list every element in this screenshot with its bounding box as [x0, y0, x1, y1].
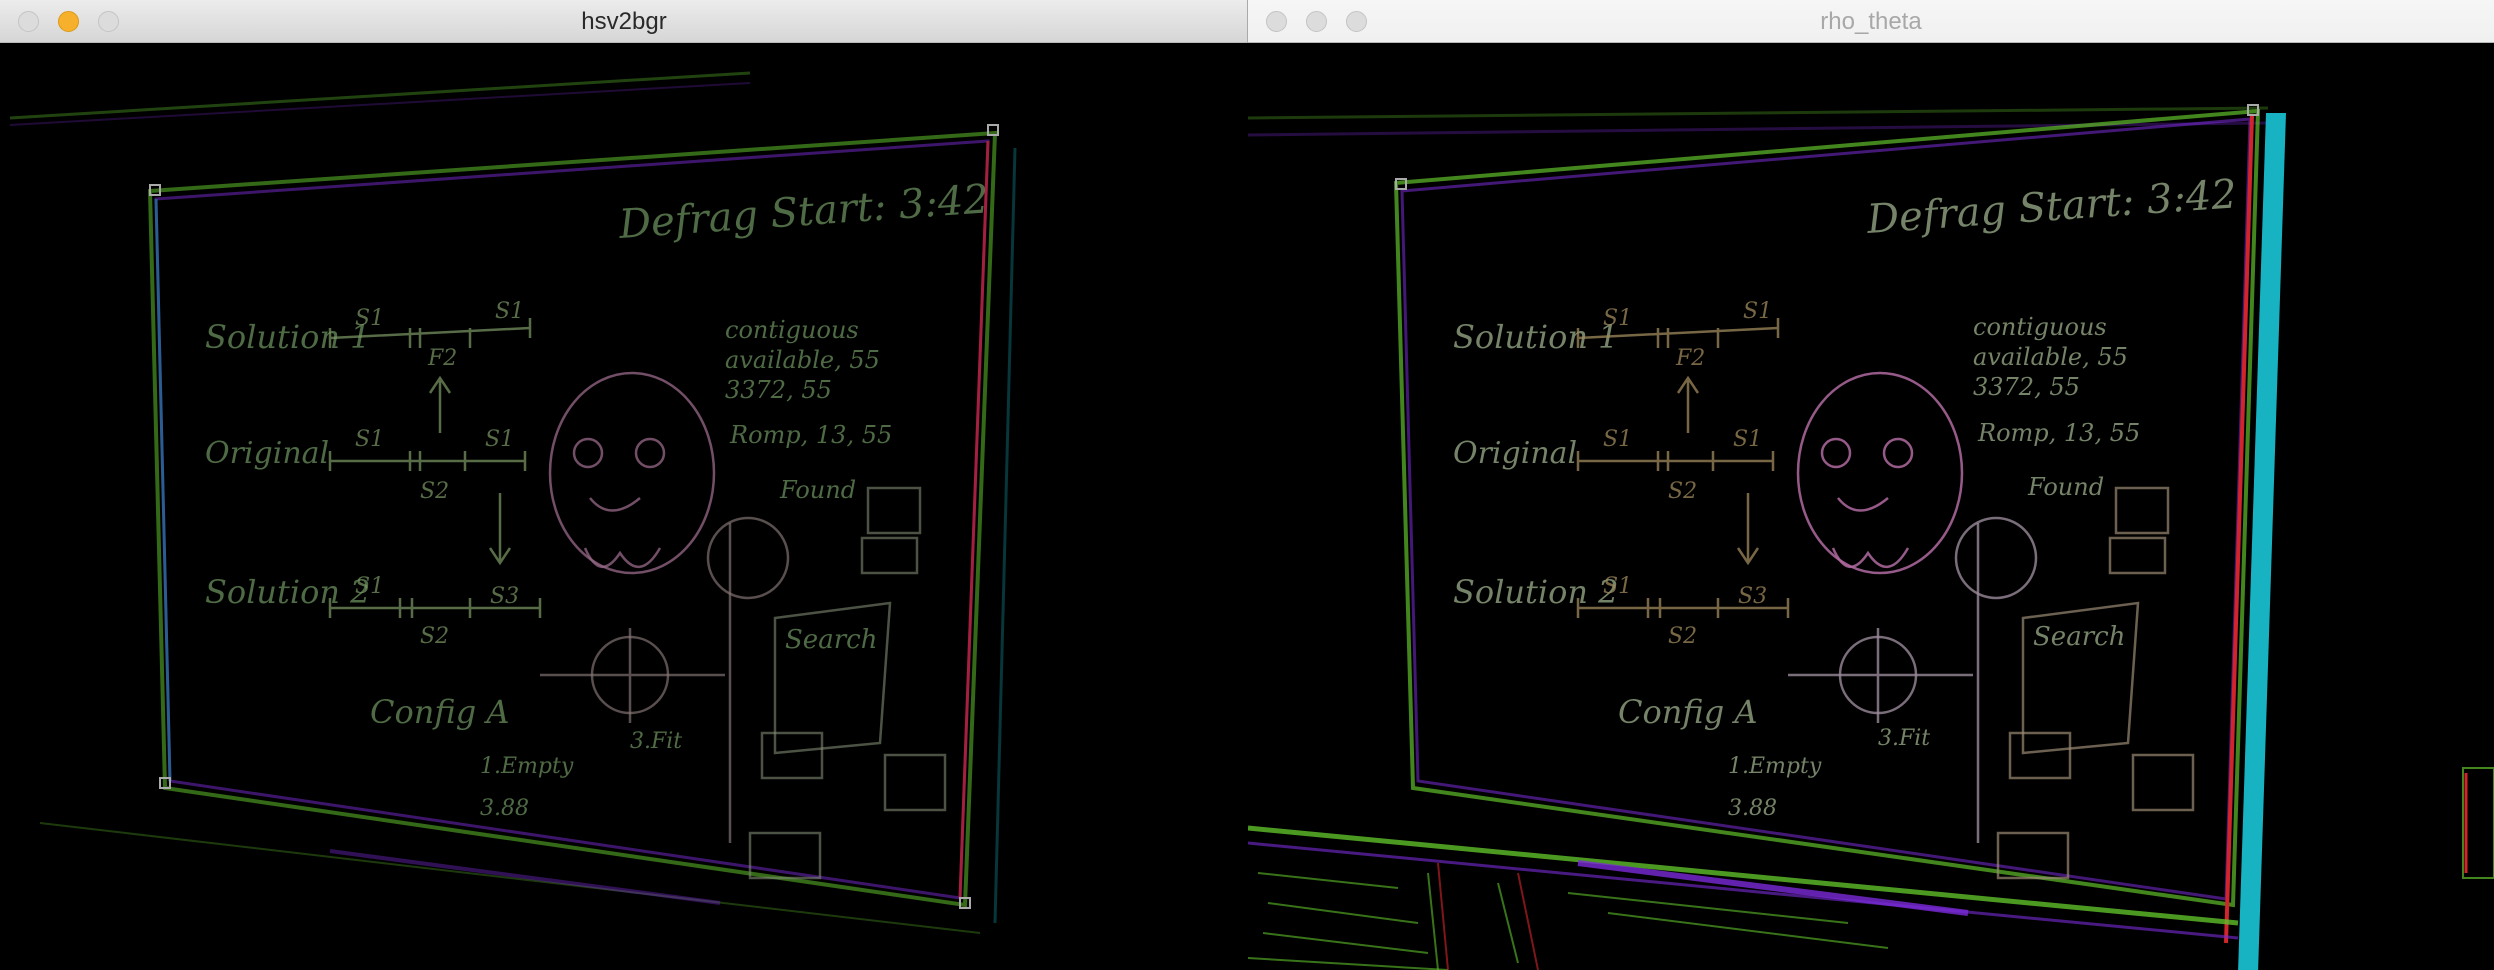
image-canvas[interactable]: Defrag Start: 3:42 Solution 1 Original S…: [1248, 43, 2494, 970]
board-text: S2: [420, 479, 449, 504]
board-text: S1: [495, 299, 524, 324]
board-text: Config A: [370, 693, 509, 731]
smiley-drawing: [1796, 371, 1964, 575]
board-text: S2: [420, 624, 449, 649]
whiteboard-border: [154, 139, 990, 900]
board-text: S1: [1603, 306, 1632, 331]
board-text: S1: [1743, 299, 1772, 324]
box-drawings: [748, 486, 947, 880]
titlebar[interactable]: hsv2bgr: [0, 0, 1248, 43]
board-text: S2: [1668, 624, 1697, 649]
whiteboard-border: [1400, 117, 2252, 901]
board-text: Defrag Start: 3:42: [616, 176, 990, 248]
board-text: available, 55: [725, 346, 880, 374]
edge-image: Defrag Start: 3:42 Solution 1 Original S…: [9, 71, 1017, 934]
board-text: Original: [205, 436, 329, 471]
board-text: S3: [490, 584, 519, 609]
board-text: Search: [2033, 622, 2125, 652]
board-text: Solution 2: [205, 573, 371, 611]
board-text: 3.88: [1728, 796, 1777, 821]
window-title: hsv2bgr: [581, 8, 667, 35]
circle-drawing: [1788, 516, 2038, 843]
box-drawings: [1996, 486, 2195, 880]
board-text: contiguous: [1973, 313, 2107, 341]
board-text: Found: [779, 476, 856, 504]
whiteboard-border: [1393, 108, 2261, 908]
board-text: contiguous: [725, 316, 859, 344]
tray-edge: [1248, 841, 2239, 940]
board-text: F2: [427, 346, 457, 371]
board-text: 1.Empty: [480, 754, 574, 779]
board-text: 1.Empty: [1728, 754, 1822, 779]
tray-edge: [1577, 860, 1969, 916]
smiley-drawing: [548, 371, 716, 575]
board-text: 3372, 55: [725, 376, 832, 404]
board-text: S1: [355, 574, 384, 599]
image-canvas[interactable]: Defrag Start: 3:42 Solution 1 Original S…: [0, 43, 1248, 970]
board-text: Found: [2027, 473, 2104, 501]
window-hsv2bgr: hsv2bgr Defrag Start: 3:42 Solution 1 Or…: [0, 0, 1248, 970]
frame-edge: [9, 82, 751, 126]
board-text: S1: [1733, 427, 1762, 452]
board-text: 3.Fit: [1878, 726, 1930, 751]
ledge-noise: [1437, 862, 1539, 970]
board-text: Original: [1453, 436, 1577, 471]
frame-edge: [9, 71, 751, 120]
board-text: F2: [1675, 346, 1705, 371]
segment-labels: S1 S1 F2 S1 S1 S2 S1 S2 S3: [355, 299, 524, 649]
whiteboard-edge: [993, 147, 1017, 924]
circle-drawing: [540, 516, 790, 843]
edge-image: Defrag Start: 3:42 Solution 1 Original S…: [1248, 104, 2494, 970]
board-text: Config A: [1618, 693, 1757, 731]
handwriting: Defrag Start: 3:42 Solution 1 Original S…: [205, 176, 990, 821]
board-text: S1: [1603, 574, 1632, 599]
titlebar[interactable]: rho_theta: [1248, 0, 2494, 43]
board-text: S1: [485, 427, 514, 452]
tray-edge: [1248, 825, 2239, 926]
window-title: rho_theta: [1820, 8, 1922, 35]
segment-labels: S1 S1 F2 S1 S1 S2 S1 S2 S3: [1603, 299, 1772, 649]
window-rho-theta: rho_theta Defrag Start: 3:42 Solution 1 …: [1248, 0, 2494, 970]
frame-edge: [1248, 106, 2269, 120]
board-text: 3372, 55: [1973, 373, 2080, 401]
handwriting: Defrag Start: 3:42 Solution 1 Original S…: [1453, 171, 2238, 821]
board-text: S2: [1668, 479, 1697, 504]
edge-fragment: [2462, 767, 2494, 879]
board-text: Romp, 13, 55: [1977, 419, 2140, 447]
board-text: S3: [1738, 584, 1767, 609]
board-text: Defrag Start: 3:42: [1864, 171, 2238, 243]
board-text: 3.88: [480, 796, 529, 821]
whiteboard-edge: [958, 140, 990, 899]
board-text: Search: [785, 625, 877, 655]
board-text: Romp, 13, 55: [729, 421, 892, 449]
board-text: available, 55: [1973, 343, 2128, 371]
board-text: Solution 2: [1453, 573, 1619, 611]
board-text: 3.Fit: [630, 729, 682, 754]
board-text: S1: [355, 427, 384, 452]
board-text: S1: [1603, 427, 1632, 452]
board-text: S1: [355, 306, 384, 331]
